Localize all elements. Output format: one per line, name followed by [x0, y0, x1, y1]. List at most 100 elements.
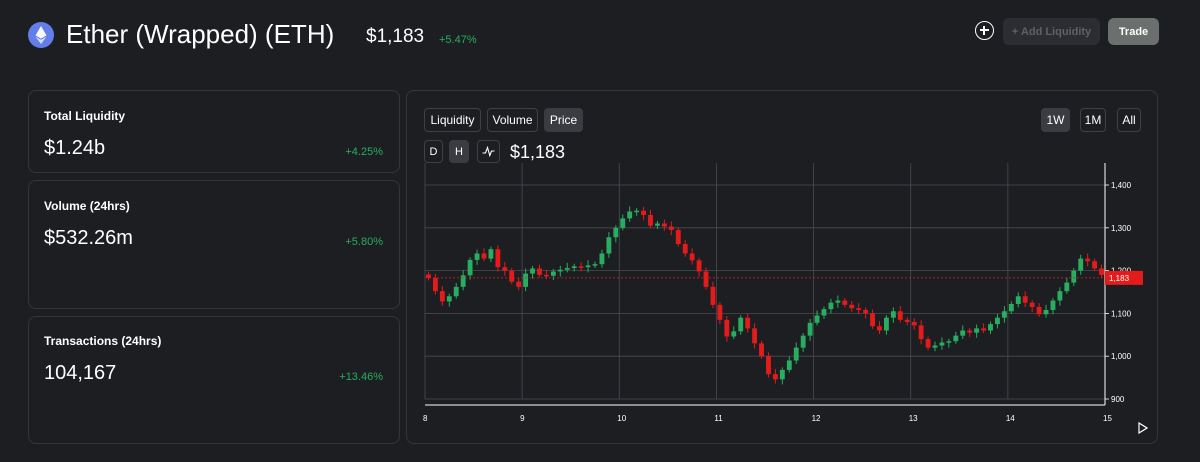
interval-hour-button[interactable]: H	[449, 140, 469, 163]
token-price-change: +5.47%	[439, 34, 477, 46]
candle-body	[1001, 311, 1007, 318]
candle-body	[988, 324, 993, 331]
candle-body	[904, 319, 910, 322]
candle-body	[1043, 309, 1049, 315]
candle-body	[460, 275, 466, 287]
stat-change: +13.46%	[339, 371, 383, 383]
candle-body	[557, 269, 563, 272]
candle-body	[870, 313, 875, 327]
candle-body	[675, 229, 681, 245]
candle-body	[911, 321, 917, 326]
candle-body	[1050, 300, 1056, 310]
candle-body	[918, 325, 924, 340]
range-all-button[interactable]: All	[1117, 108, 1141, 132]
candle-body	[509, 270, 515, 282]
plus-circle-icon[interactable]	[975, 21, 994, 40]
candle-body	[1099, 268, 1104, 275]
stat-label: Total Liquidity	[44, 109, 126, 123]
stat-change: +5.80%	[345, 236, 383, 248]
candle-body	[710, 286, 716, 305]
candle-body	[689, 253, 695, 261]
candle-body	[752, 328, 758, 344]
candle-body	[481, 253, 487, 259]
candle-body	[863, 309, 869, 314]
candle-body	[571, 266, 577, 269]
candle-body	[1008, 303, 1014, 312]
range-1m-button[interactable]: 1M	[1080, 108, 1106, 132]
candle-body	[925, 339, 931, 348]
price-candlestick-chart[interactable]: 1,4001,3001,2001,1001,000900891011121314…	[423, 163, 1143, 433]
stat-label: Transactions (24hrs)	[44, 334, 162, 348]
candle-body	[877, 326, 882, 331]
page-header: Ether (Wrapped) (ETH) $1,183 +5.47% + Ad…	[0, 0, 1200, 72]
candle-body	[856, 308, 862, 310]
y-tick-label: 1,400	[1111, 181, 1132, 190]
candle-body	[974, 328, 980, 333]
candle-body	[696, 260, 702, 272]
candle-body	[453, 286, 459, 297]
range-1w-button[interactable]: 1W	[1041, 108, 1070, 132]
interval-day-button[interactable]: D	[424, 140, 443, 163]
candle-body	[488, 249, 494, 259]
candle-body	[960, 330, 966, 336]
candle-body	[1015, 296, 1021, 304]
candle-body	[537, 268, 542, 275]
tab-volume[interactable]: Volume	[487, 108, 538, 132]
tab-liquidity[interactable]: Liquidity	[424, 108, 481, 132]
candle-body	[890, 311, 896, 318]
stat-label: Volume (24hrs)	[44, 199, 130, 213]
candle-body	[793, 347, 799, 361]
candle-body	[995, 317, 1000, 325]
x-tick-label: 12	[812, 414, 821, 423]
stat-value: $532.26m	[44, 227, 133, 249]
candle-body	[648, 214, 653, 226]
candle-body	[439, 291, 445, 302]
candle-body	[592, 264, 598, 266]
candle-body	[502, 267, 508, 271]
candle-body	[1036, 306, 1042, 315]
trade-button[interactable]: Trade	[1108, 18, 1159, 45]
candle-body	[627, 211, 633, 219]
stat-value: 104,167	[44, 362, 117, 384]
x-tick-label: 15	[1103, 414, 1112, 423]
candle-body	[946, 341, 952, 343]
add-liquidity-button[interactable]: + Add Liquidity	[1003, 18, 1100, 45]
candle-body	[835, 300, 841, 303]
candle-body	[807, 322, 813, 336]
candle-body	[564, 268, 570, 270]
candle-body	[682, 244, 688, 254]
candle-body	[426, 274, 431, 278]
candle-body	[772, 374, 778, 380]
tab-price[interactable]: Price	[544, 108, 583, 132]
candle-body	[967, 330, 973, 333]
x-tick-label: 14	[1006, 414, 1015, 423]
play-icon[interactable]	[1138, 422, 1148, 434]
line-chart-icon[interactable]	[477, 140, 500, 163]
candle-body	[786, 360, 792, 370]
candle-body	[516, 281, 522, 287]
candle-body	[981, 328, 986, 331]
stat-card-total-liquidity: Total Liquidity $1.24b +4.25%	[28, 90, 400, 173]
candle-body	[446, 296, 452, 302]
candle-body	[897, 311, 903, 320]
candle-body	[738, 317, 744, 332]
candle-body	[432, 277, 438, 292]
candle-body	[530, 268, 535, 274]
candle-body	[849, 304, 855, 309]
candle-body	[884, 317, 889, 331]
stat-card-transactions: Transactions (24hrs) 104,167 +13.46%	[28, 316, 400, 444]
candle-body	[939, 342, 945, 346]
candle-body	[1029, 302, 1035, 307]
candle-body	[474, 253, 480, 260]
candle-body	[634, 210, 640, 213]
candle-body	[495, 249, 501, 268]
candle-body	[1092, 261, 1098, 269]
x-tick-label: 11	[714, 414, 723, 423]
candle-body	[1022, 296, 1028, 303]
candle-body	[842, 300, 848, 305]
candle-body	[800, 335, 806, 348]
x-tick-label: 9	[520, 414, 525, 423]
y-tick-label: 1,000	[1111, 352, 1132, 361]
x-tick-label: 8	[423, 414, 428, 423]
y-tick-label: 1,100	[1111, 309, 1132, 318]
